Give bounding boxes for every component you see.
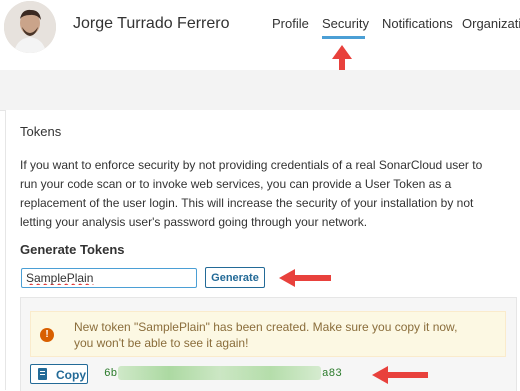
alert-message: New token "SamplePlain" has been created… [74, 320, 458, 350]
generate-tokens-title: Generate Tokens [20, 242, 125, 257]
copy-button[interactable]: Copy [30, 364, 88, 384]
tab-security[interactable]: Security [322, 16, 369, 31]
active-tab-indicator [322, 36, 365, 39]
red-arrow-annotation [372, 366, 428, 384]
account-header: Jorge Turrado Ferrero Profile Security N… [0, 0, 520, 70]
token-value-start: 6b [104, 368, 118, 380]
tab-profile[interactable]: Profile [272, 16, 309, 31]
tab-organizations[interactable]: Organizations [462, 16, 520, 31]
header-band [0, 70, 520, 111]
tab-notifications[interactable]: Notifications [382, 16, 453, 31]
token-value-blurred [118, 366, 321, 380]
token-value-end: a83 [322, 368, 342, 380]
red-arrow-annotation [279, 269, 331, 287]
user-name: Jorge Turrado Ferrero [73, 15, 230, 32]
section-title: Tokens [20, 124, 62, 139]
copy-label: Copy [56, 368, 86, 382]
clipboard-icon [38, 368, 47, 380]
token-name-input[interactable] [21, 268, 197, 288]
warning-icon: ! [40, 328, 54, 342]
avatar [4, 1, 56, 53]
generate-button[interactable]: Generate [205, 267, 265, 288]
tokens-description: If you want to enforce security by not p… [20, 158, 483, 229]
